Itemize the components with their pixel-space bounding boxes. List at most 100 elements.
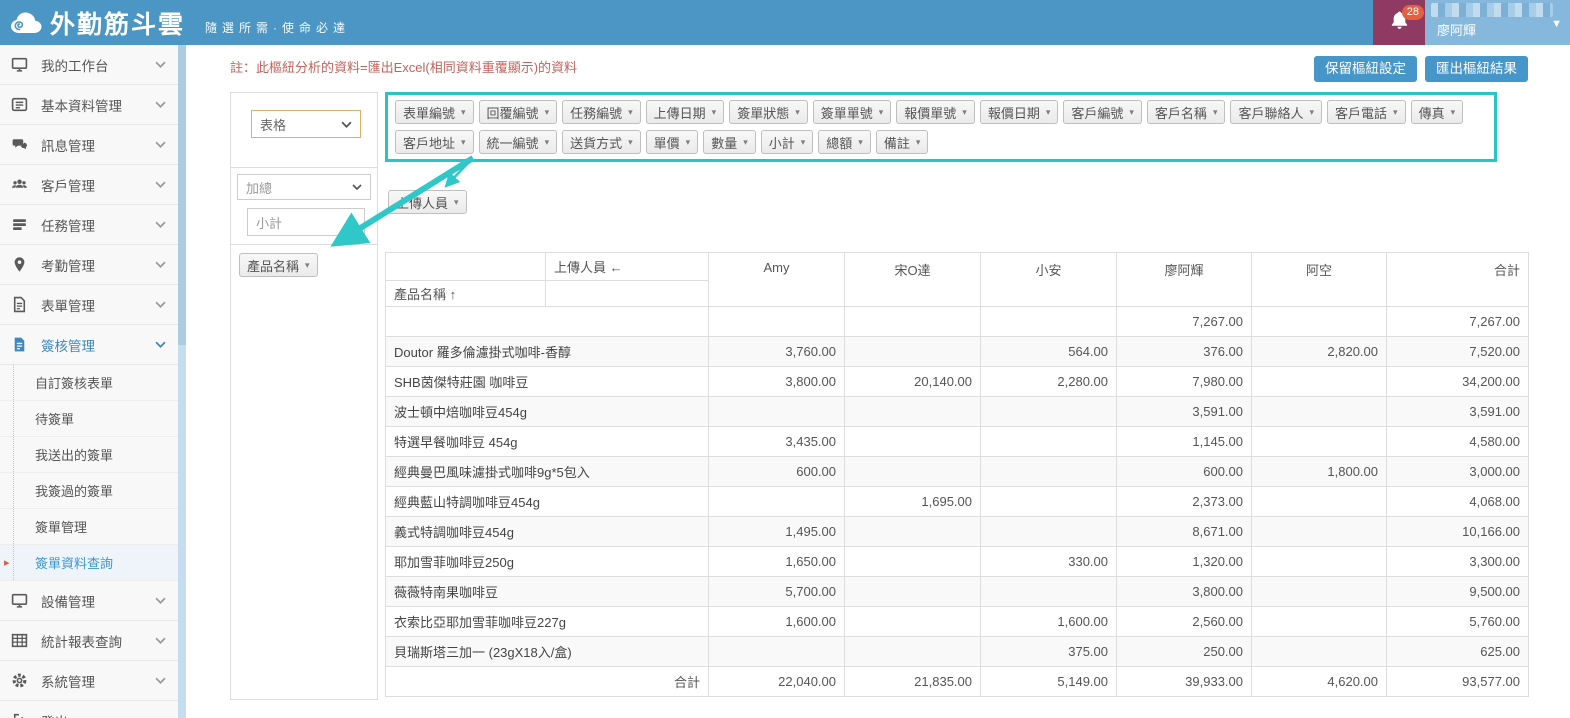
caret-down-icon[interactable]: ▾ <box>628 137 633 148</box>
sidebar-item[interactable]: 考勤管理 <box>0 245 178 285</box>
field-chip[interactable]: 傳真▾ <box>1411 100 1464 124</box>
field-chip[interactable]: 統一編號▾ <box>479 130 558 154</box>
caret-down-icon[interactable]: ▾ <box>1451 107 1456 118</box>
chevron-down-icon <box>155 261 166 268</box>
user-menu[interactable]: 廖阿輝 ▼ <box>1425 0 1570 45</box>
caret-down-icon[interactable]: ▾ <box>962 107 967 118</box>
field-chip[interactable]: 小計▾ <box>761 130 814 154</box>
field-chip[interactable]: 報價單號▾ <box>896 100 975 124</box>
chevron-down-icon <box>155 301 166 308</box>
caret-down-icon[interactable]: ▾ <box>461 107 466 118</box>
sidebar-item[interactable]: 客戶管理 <box>0 165 178 205</box>
column-field-chip[interactable]: 上傳人員 ▾ <box>388 190 467 214</box>
total-value-cell: 93,577.00 <box>1387 667 1529 697</box>
aggregator-select[interactable]: 加總 <box>237 174 371 200</box>
sidebar-item[interactable]: 登出 <box>0 701 178 718</box>
field-chip[interactable]: 簽單單號▾ <box>813 100 892 124</box>
sidebar-item[interactable]: 表單管理 <box>0 285 178 325</box>
column-axis-header[interactable]: 上傳人員 ← <box>546 253 709 281</box>
sidebar-scrollbar[interactable] <box>178 45 186 718</box>
field-chip[interactable]: 總額▾ <box>818 130 871 154</box>
sidebar-item[interactable]: 設備管理 <box>0 581 178 621</box>
sidebar-subitem[interactable]: 我送出的簽單 <box>0 437 178 473</box>
caret-down-icon[interactable]: ▾ <box>628 107 633 118</box>
value-cell <box>845 457 981 487</box>
value-cell <box>981 307 1117 337</box>
field-chip[interactable]: 報價日期▾ <box>980 100 1059 124</box>
sidebar-subitem-label: 我簽過的簽單 <box>35 481 113 500</box>
caret-down-icon[interactable]: ▾ <box>858 137 863 148</box>
chevron-down-icon <box>352 184 362 190</box>
caret-down-icon[interactable]: ▾ <box>879 107 884 118</box>
cloud-logo-icon <box>10 8 44 38</box>
value-cell <box>1252 577 1387 607</box>
logo[interactable]: 外勤筋斗雲 <box>0 5 185 41</box>
caret-down-icon[interactable]: ▾ <box>454 197 459 208</box>
caret-down-icon[interactable]: ▾ <box>712 107 717 118</box>
sidebar-subitem[interactable]: ▸簽單資料查詢 <box>0 545 178 581</box>
field-chip[interactable]: 簽單狀態▾ <box>729 100 808 124</box>
sidebar-subitem[interactable]: 我簽過的簽單 <box>0 473 178 509</box>
scrollbar-thumb[interactable] <box>178 45 186 345</box>
chevron-down-icon <box>155 221 166 228</box>
value-cell: 34,200.00 <box>1387 367 1529 397</box>
field-chip[interactable]: 客戶編號▾ <box>1063 100 1142 124</box>
sidebar-item-label: 考勤管理 <box>41 255 95 275</box>
sidebar-item[interactable]: 簽核管理 <box>0 325 178 365</box>
caret-down-icon[interactable]: ▾ <box>686 137 691 148</box>
sidebar-subitem[interactable]: 自訂簽核表單 <box>0 365 178 401</box>
chevron-down-icon <box>155 141 166 148</box>
value-field-select[interactable]: 小計 <box>247 208 365 236</box>
sidebar-subitem[interactable]: 待簽單 <box>0 401 178 437</box>
table-row: 波士頓中焙咖啡豆454g3,591.003,591.00 <box>386 397 1529 427</box>
value-cell <box>981 457 1117 487</box>
row-field-chip[interactable]: 產品名稱 ▾ <box>239 253 318 277</box>
header-blank-cell <box>546 281 709 307</box>
field-chip[interactable]: 送貨方式▾ <box>562 130 641 154</box>
field-chip[interactable]: 客戶電話▾ <box>1327 100 1406 124</box>
sidebar-item[interactable]: 我的工作台 <box>0 45 178 85</box>
field-chip[interactable]: 表單編號▾ <box>395 100 474 124</box>
caret-down-icon[interactable]: ▾ <box>545 137 550 148</box>
caret-down-icon[interactable]: ▾ <box>1213 107 1218 118</box>
field-chip[interactable]: 數量▾ <box>703 130 756 154</box>
notifications-button[interactable]: 28 <box>1373 0 1425 45</box>
pivot-area: 表格 表單編號▾回覆編號▾任務編號▾上傳日期▾簽單狀態▾簽單單號▾報價單號▾報價… <box>230 92 1570 700</box>
renderer-select[interactable]: 表格 <box>251 110 361 138</box>
field-chip[interactable]: 任務編號▾ <box>562 100 641 124</box>
field-chip[interactable]: 回覆編號▾ <box>479 100 558 124</box>
caret-down-icon[interactable]: ▾ <box>545 107 550 118</box>
totals-row: 合計22,040.0021,835.005,149.0039,933.004,6… <box>386 667 1529 697</box>
value-cell: 1,600.00 <box>981 607 1117 637</box>
caret-down-icon[interactable]: ▾ <box>461 137 466 148</box>
sidebar-item-label: 系統管理 <box>41 671 95 691</box>
field-chip[interactable]: 備註▾ <box>876 130 929 154</box>
caret-down-icon[interactable]: ▾ <box>305 260 310 271</box>
caret-down-icon[interactable]: ▾ <box>1129 107 1134 118</box>
field-chip[interactable]: 客戶名稱▾ <box>1147 100 1226 124</box>
field-chip[interactable]: 客戶地址▾ <box>395 130 474 154</box>
caret-down-icon[interactable]: ▾ <box>1309 107 1314 118</box>
field-chip[interactable]: 單價▾ <box>646 130 699 154</box>
sidebar-item[interactable]: 基本資料管理 <box>0 85 178 125</box>
export-pivot-result-button[interactable]: 匯出樞紐結果 <box>1425 56 1528 82</box>
caret-down-icon[interactable]: ▾ <box>743 137 748 148</box>
row-axis-header[interactable]: 產品名稱 ↑ <box>386 281 546 307</box>
value-cell: 1,600.00 <box>709 607 845 637</box>
total-value-cell: 21,835.00 <box>845 667 981 697</box>
sidebar-subitem[interactable]: 簽單管理 <box>0 509 178 545</box>
app-title: 外勤筋斗雲 <box>50 5 185 41</box>
caret-down-icon[interactable]: ▾ <box>1393 107 1398 118</box>
keep-pivot-settings-button[interactable]: 保留樞紐設定 <box>1314 56 1417 82</box>
caret-down-icon[interactable]: ▾ <box>1046 107 1051 118</box>
sidebar-item[interactable]: 任務管理 <box>0 205 178 245</box>
value-cell <box>981 427 1117 457</box>
caret-down-icon[interactable]: ▾ <box>795 107 800 118</box>
field-chip[interactable]: 上傳日期▾ <box>646 100 725 124</box>
sidebar-item[interactable]: 系統管理 <box>0 661 178 701</box>
field-chip[interactable]: 客戶聯絡人▾ <box>1230 100 1322 124</box>
caret-down-icon[interactable]: ▾ <box>801 137 806 148</box>
caret-down-icon[interactable]: ▾ <box>916 137 921 148</box>
sidebar-item[interactable]: 統計報表查詢 <box>0 621 178 661</box>
sidebar-item[interactable]: 訊息管理 <box>0 125 178 165</box>
